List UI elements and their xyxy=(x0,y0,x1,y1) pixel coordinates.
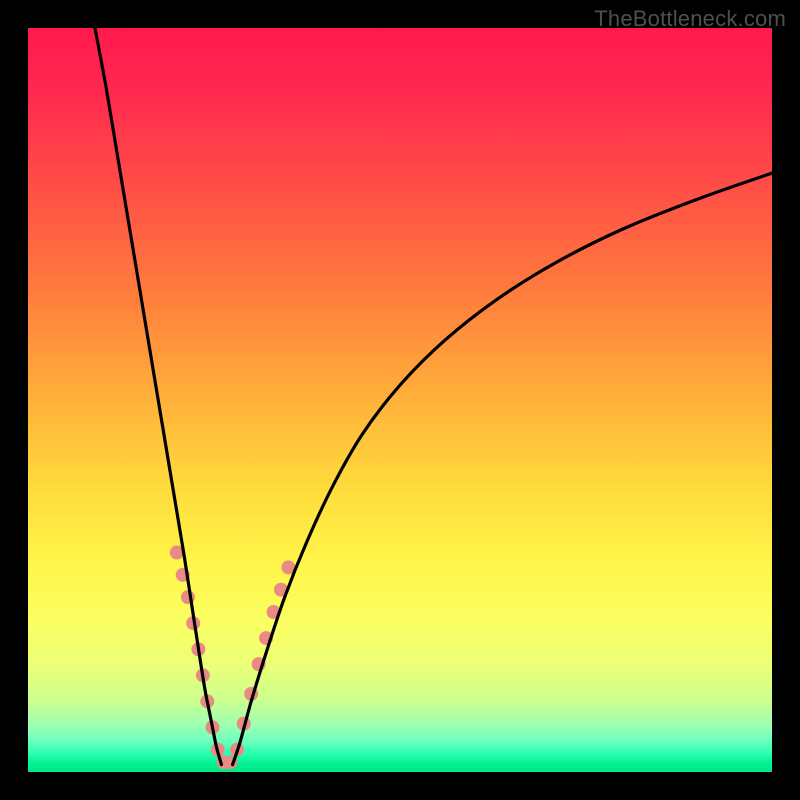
curve-layer xyxy=(28,28,772,772)
plot-area xyxy=(28,28,772,772)
curve-right xyxy=(233,173,772,764)
